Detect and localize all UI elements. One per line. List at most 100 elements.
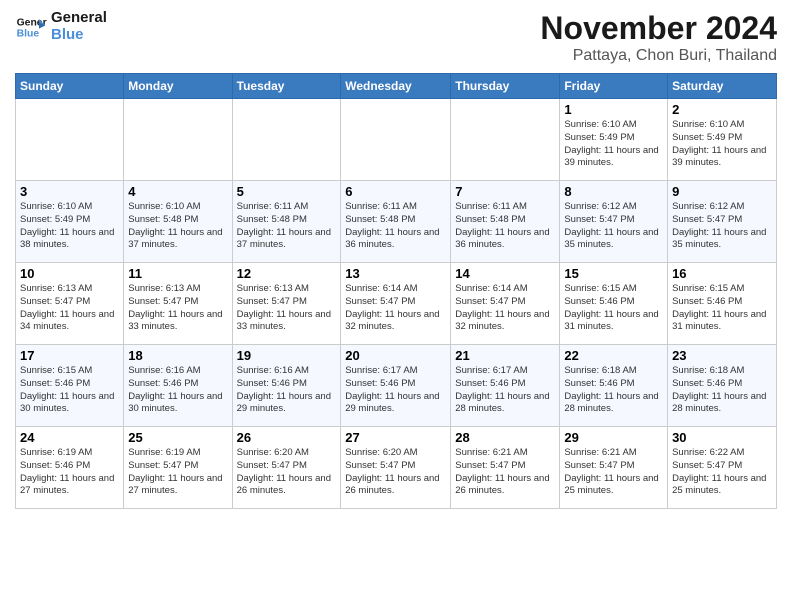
cell-date-number: 13 [345, 266, 446, 281]
cell-info-text: Sunrise: 6:14 AM Sunset: 5:47 PM Dayligh… [455, 283, 555, 334]
calendar-cell: 23 Sunrise: 6:18 AM Sunset: 5:46 PM Dayli… [668, 345, 777, 427]
cell-date-number: 9 [672, 184, 772, 199]
col-thursday: Thursday [451, 74, 560, 99]
month-title: November 2024 [540, 10, 777, 47]
calendar-cell [341, 99, 451, 181]
cell-info-text: Sunrise: 6:19 AM Sunset: 5:47 PM Dayligh… [128, 447, 227, 498]
cell-date-number: 3 [20, 184, 119, 199]
cell-info-text: Sunrise: 6:15 AM Sunset: 5:46 PM Dayligh… [20, 365, 119, 416]
calendar-week-3: 10 Sunrise: 6:13 AM Sunset: 5:47 PM Dayli… [16, 263, 777, 345]
calendar-cell: 19Sunrise: 6:16 AM Sunset: 5:46 PM Dayli… [232, 345, 341, 427]
calendar-cell: 4 Sunrise: 6:10 AM Sunset: 5:48 PM Daylig… [124, 181, 232, 263]
calendar-week-1: 1 Sunrise: 6:10 AM Sunset: 5:49 PM Daylig… [16, 99, 777, 181]
calendar-cell: 16Sunrise: 6:15 AM Sunset: 5:46 PM Dayli… [668, 263, 777, 345]
cell-date-number: 2 [672, 102, 772, 117]
location: Pattaya, Chon Buri, Thailand [540, 47, 777, 65]
cell-date-number: 4 [128, 184, 227, 199]
calendar-cell: 9 Sunrise: 6:12 AM Sunset: 5:47 PM Daylig… [668, 181, 777, 263]
cell-date-number: 23 [672, 348, 772, 363]
cell-info-text: Sunrise: 6:11 AM Sunset: 5:48 PM Dayligh… [345, 201, 446, 252]
calendar-week-4: 17 Sunrise: 6:15 AM Sunset: 5:46 PM Dayli… [16, 345, 777, 427]
calendar-cell: 3 Sunrise: 6:10 AM Sunset: 5:49 PM Daylig… [16, 181, 124, 263]
calendar-cell: 14 Sunrise: 6:14 AM Sunset: 5:47 PM Dayli… [451, 263, 560, 345]
calendar-cell: 13 Sunrise: 6:14 AM Sunset: 5:47 PM Dayli… [341, 263, 451, 345]
svg-text:Blue: Blue [17, 28, 40, 39]
logo: General Blue General Blue [15, 10, 107, 43]
col-tuesday: Tuesday [232, 74, 341, 99]
calendar-cell: 25 Sunrise: 6:19 AM Sunset: 5:47 PM Dayli… [124, 427, 232, 509]
cell-date-number: 26 [237, 430, 337, 445]
logo-general: General [51, 10, 107, 27]
cell-info-text: Sunrise: 6:15 AM Sunset: 5:46 PM Dayligh… [564, 283, 663, 334]
calendar-cell: 22 Sunrise: 6:18 AM Sunset: 5:46 PM Dayli… [560, 345, 668, 427]
cell-info-text: Sunrise: 6:20 AM Sunset: 5:47 PM Dayligh… [237, 447, 337, 498]
cell-info-text: Sunrise: 6:19 AM Sunset: 5:46 PM Dayligh… [20, 447, 119, 498]
calendar-cell: 20Sunrise: 6:17 AM Sunset: 5:46 PM Dayli… [341, 345, 451, 427]
cell-info-text: Sunrise: 6:13 AM Sunset: 5:47 PM Dayligh… [128, 283, 227, 334]
col-monday: Monday [124, 74, 232, 99]
cell-date-number: 22 [564, 348, 663, 363]
calendar-cell: 15 Sunrise: 6:15 AM Sunset: 5:46 PM Dayli… [560, 263, 668, 345]
calendar-cell: 5 Sunrise: 6:11 AM Sunset: 5:48 PM Daylig… [232, 181, 341, 263]
col-wednesday: Wednesday [341, 74, 451, 99]
cell-info-text: Sunrise: 6:22 AM Sunset: 5:47 PM Dayligh… [672, 447, 772, 498]
col-saturday: Saturday [668, 74, 777, 99]
cell-date-number: 15 [564, 266, 663, 281]
cell-info-text: Sunrise: 6:21 AM Sunset: 5:47 PM Dayligh… [564, 447, 663, 498]
cell-info-text: Sunrise: 6:10 AM Sunset: 5:49 PM Dayligh… [672, 119, 772, 170]
cell-date-number: 1 [564, 102, 663, 117]
cell-info-text: Sunrise: 6:11 AM Sunset: 5:48 PM Dayligh… [237, 201, 337, 252]
cell-date-number: 14 [455, 266, 555, 281]
page: General Blue General Blue November 2024 … [0, 0, 792, 519]
cell-info-text: Sunrise: 6:17 AM Sunset: 5:46 PM Dayligh… [455, 365, 555, 416]
cell-date-number: 11 [128, 266, 227, 281]
calendar-table: Sunday Monday Tuesday Wednesday Thursday… [15, 73, 777, 509]
calendar-cell: 1 Sunrise: 6:10 AM Sunset: 5:49 PM Daylig… [560, 99, 668, 181]
cell-date-number: 10 [20, 266, 119, 281]
cell-date-number: 18 [128, 348, 227, 363]
logo-icon: General Blue [15, 11, 47, 43]
calendar-week-2: 3 Sunrise: 6:10 AM Sunset: 5:49 PM Daylig… [16, 181, 777, 263]
cell-info-text: Sunrise: 6:12 AM Sunset: 5:47 PM Dayligh… [672, 201, 772, 252]
cell-info-text: Sunrise: 6:13 AM Sunset: 5:47 PM Dayligh… [20, 283, 119, 334]
calendar-cell: 18Sunrise: 6:16 AM Sunset: 5:46 PM Dayli… [124, 345, 232, 427]
calendar-cell [16, 99, 124, 181]
calendar-week-5: 24 Sunrise: 6:19 AM Sunset: 5:46 PM Dayli… [16, 427, 777, 509]
cell-info-text: Sunrise: 6:11 AM Sunset: 5:48 PM Dayligh… [455, 201, 555, 252]
calendar-cell: 2 Sunrise: 6:10 AM Sunset: 5:49 PM Daylig… [668, 99, 777, 181]
cell-info-text: Sunrise: 6:14 AM Sunset: 5:47 PM Dayligh… [345, 283, 446, 334]
cell-date-number: 17 [20, 348, 119, 363]
calendar-cell: 21 Sunrise: 6:17 AM Sunset: 5:46 PM Dayli… [451, 345, 560, 427]
cell-info-text: Sunrise: 6:21 AM Sunset: 5:47 PM Dayligh… [455, 447, 555, 498]
cell-date-number: 16 [672, 266, 772, 281]
cell-info-text: Sunrise: 6:10 AM Sunset: 5:49 PM Dayligh… [564, 119, 663, 170]
cell-date-number: 29 [564, 430, 663, 445]
cell-date-number: 5 [237, 184, 337, 199]
header: General Blue General Blue November 2024 … [15, 10, 777, 65]
cell-info-text: Sunrise: 6:12 AM Sunset: 5:47 PM Dayligh… [564, 201, 663, 252]
calendar-cell: 6 Sunrise: 6:11 AM Sunset: 5:48 PM Daylig… [341, 181, 451, 263]
calendar-cell: 8 Sunrise: 6:12 AM Sunset: 5:47 PM Daylig… [560, 181, 668, 263]
cell-date-number: 21 [455, 348, 555, 363]
cell-date-number: 24 [20, 430, 119, 445]
calendar-cell: 26 Sunrise: 6:20 AM Sunset: 5:47 PM Dayli… [232, 427, 341, 509]
cell-info-text: Sunrise: 6:18 AM Sunset: 5:46 PM Dayligh… [672, 365, 772, 416]
cell-date-number: 12 [237, 266, 337, 281]
col-friday: Friday [560, 74, 668, 99]
calendar-cell [232, 99, 341, 181]
col-sunday: Sunday [16, 74, 124, 99]
cell-date-number: 25 [128, 430, 227, 445]
cell-info-text: Sunrise: 6:10 AM Sunset: 5:48 PM Dayligh… [128, 201, 227, 252]
calendar-cell [451, 99, 560, 181]
calendar-cell: 12Sunrise: 6:13 AM Sunset: 5:47 PM Dayli… [232, 263, 341, 345]
calendar-cell: 30Sunrise: 6:22 AM Sunset: 5:47 PM Dayli… [668, 427, 777, 509]
cell-info-text: Sunrise: 6:16 AM Sunset: 5:46 PM Dayligh… [237, 365, 337, 416]
cell-info-text: Sunrise: 6:18 AM Sunset: 5:46 PM Dayligh… [564, 365, 663, 416]
cell-date-number: 6 [345, 184, 446, 199]
calendar-cell: 24 Sunrise: 6:19 AM Sunset: 5:46 PM Dayli… [16, 427, 124, 509]
cell-info-text: Sunrise: 6:10 AM Sunset: 5:49 PM Dayligh… [20, 201, 119, 252]
cell-date-number: 8 [564, 184, 663, 199]
calendar-cell: 10 Sunrise: 6:13 AM Sunset: 5:47 PM Dayli… [16, 263, 124, 345]
cell-info-text: Sunrise: 6:17 AM Sunset: 5:46 PM Dayligh… [345, 365, 446, 416]
calendar-cell: 29 Sunrise: 6:21 AM Sunset: 5:47 PM Dayli… [560, 427, 668, 509]
